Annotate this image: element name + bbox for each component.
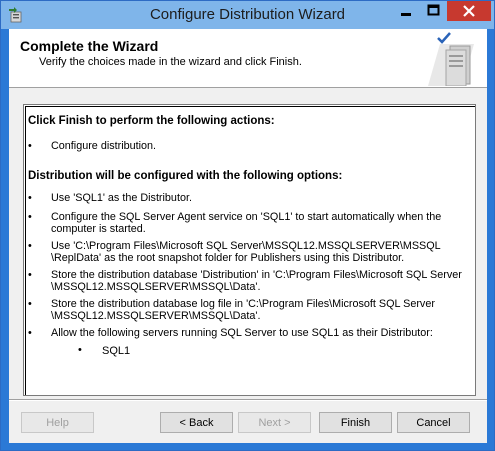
next-button[interactable]: Next > bbox=[238, 412, 311, 433]
title-bar[interactable]: Configure Distribution Wizard bbox=[1, 1, 494, 29]
close-button[interactable] bbox=[447, 1, 491, 21]
summary-text: Click Finish to perform the following ac… bbox=[25, 106, 475, 395]
server-name: SQL1 bbox=[102, 345, 131, 357]
summary-panel[interactable]: Click Finish to perform the following ac… bbox=[23, 104, 476, 396]
wizard-header: Complete the Wizard Verify the choices m… bbox=[9, 29, 487, 88]
wizard-window: Configure Distribution Wizard Complete t… bbox=[0, 0, 495, 451]
footer-divider bbox=[9, 399, 487, 401]
wizard-client-area: Complete the Wizard Verify the choices m… bbox=[9, 29, 487, 443]
minimize-button[interactable] bbox=[392, 1, 420, 21]
cancel-button[interactable]: Cancel bbox=[397, 412, 470, 433]
back-button[interactable]: < Back bbox=[160, 412, 233, 433]
maximize-icon bbox=[427, 4, 440, 16]
actions-heading: Click Finish to perform the following ac… bbox=[28, 115, 275, 127]
finish-button[interactable]: Finish bbox=[319, 412, 392, 433]
minimize-icon bbox=[401, 13, 411, 16]
maximize-button[interactable] bbox=[420, 1, 447, 21]
options-heading: Distribution will be configured with the… bbox=[28, 170, 343, 182]
help-button[interactable]: Help bbox=[21, 412, 94, 433]
page-title: Complete the Wizard bbox=[20, 38, 159, 54]
close-icon bbox=[463, 5, 475, 17]
server-check-icon bbox=[428, 32, 474, 86]
page-subtitle: Verify the choices made in the wizard an… bbox=[39, 56, 302, 68]
server-bullet: • bbox=[78, 344, 82, 356]
